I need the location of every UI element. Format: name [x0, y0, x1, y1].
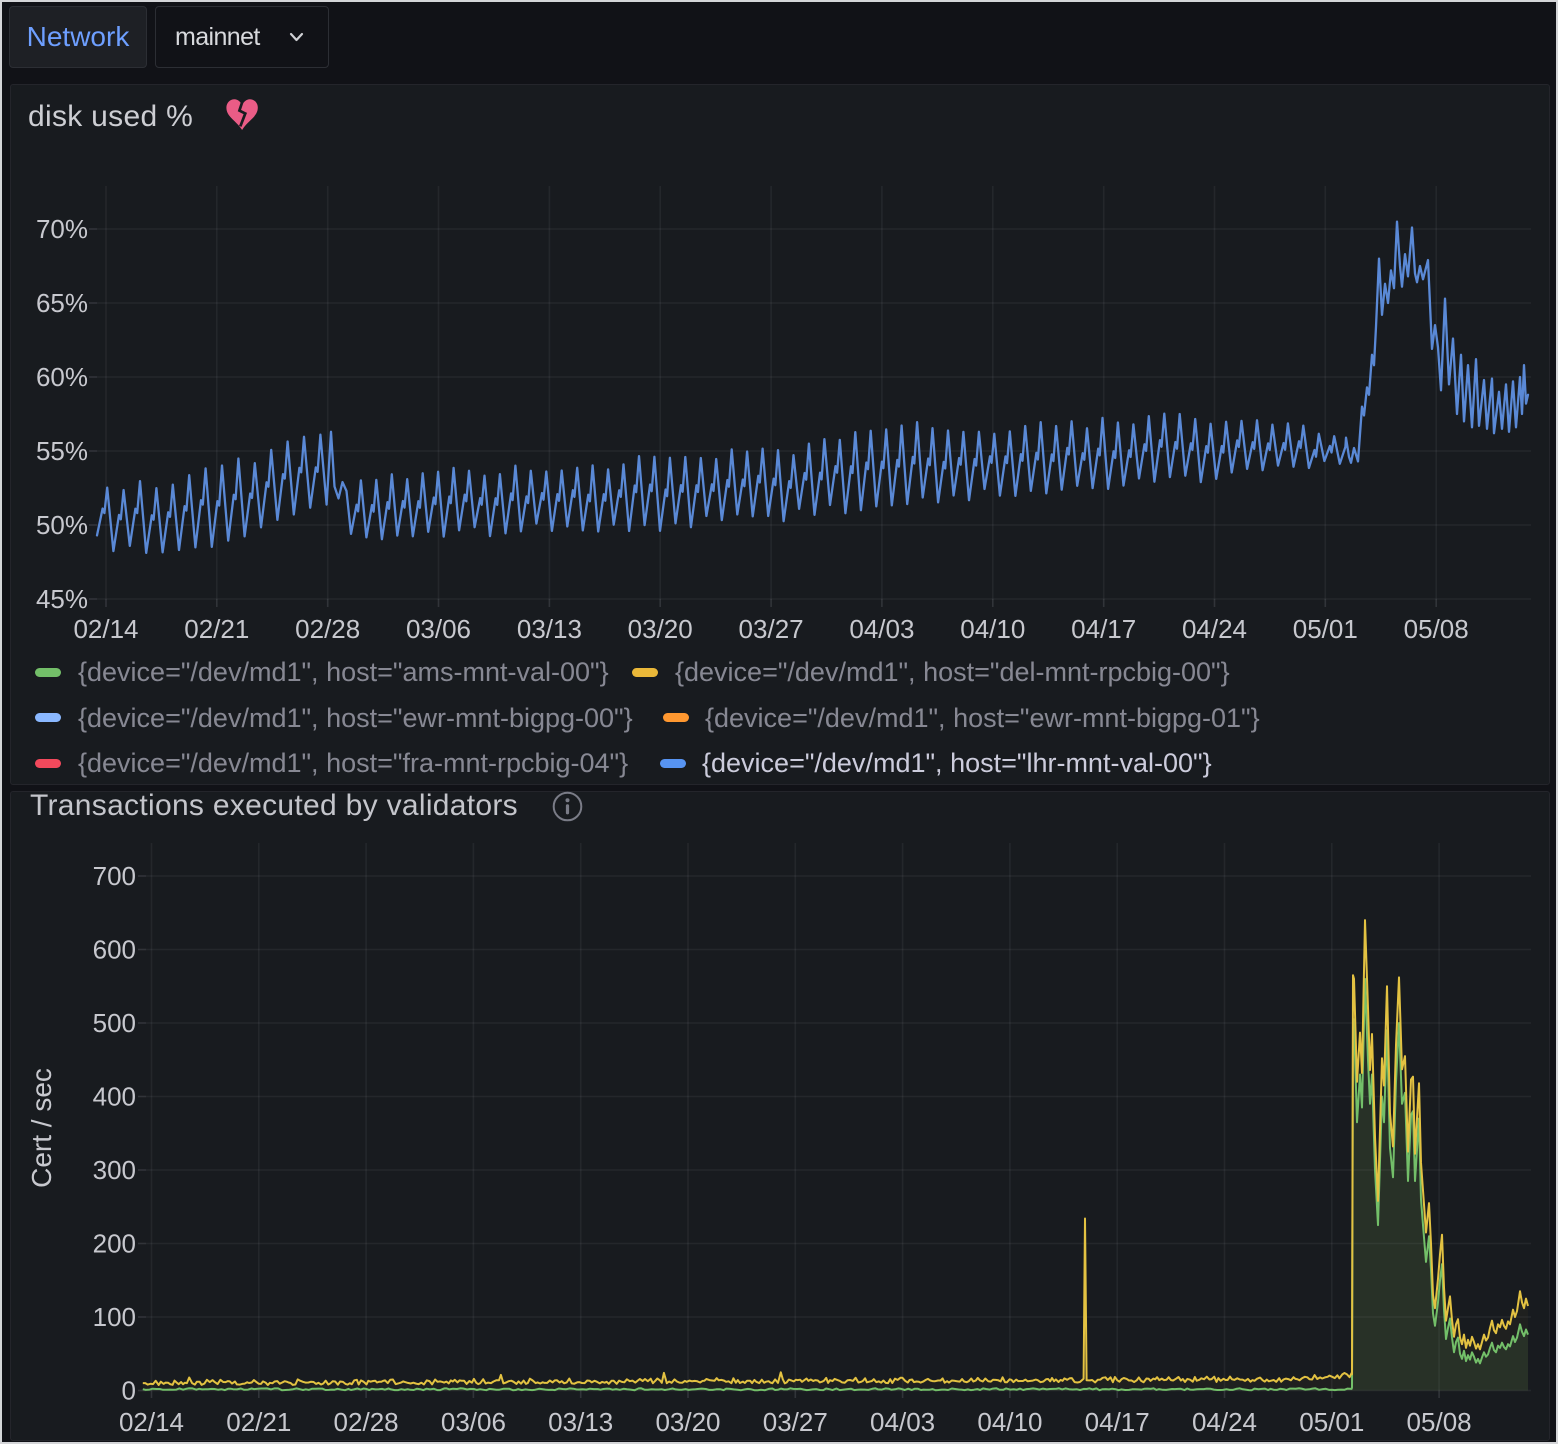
- svg-text:04/24: 04/24: [1192, 1407, 1257, 1437]
- svg-text:05/01: 05/01: [1299, 1407, 1364, 1437]
- svg-text:03/06: 03/06: [441, 1407, 506, 1437]
- svg-text:03/20: 03/20: [628, 614, 693, 644]
- svg-text:03/20: 03/20: [655, 1407, 720, 1437]
- svg-text:0: 0: [122, 1376, 136, 1406]
- svg-text:400: 400: [93, 1082, 136, 1112]
- svg-text:50%: 50%: [36, 510, 88, 540]
- svg-text:02/21: 02/21: [226, 1407, 291, 1437]
- svg-text:Cert / sec: Cert / sec: [26, 1068, 57, 1188]
- svg-text:02/21: 02/21: [184, 614, 249, 644]
- svg-text:600: 600: [93, 935, 136, 965]
- svg-text:65%: 65%: [36, 288, 88, 318]
- svg-text:04/10: 04/10: [977, 1407, 1042, 1437]
- svg-text:04/03: 04/03: [849, 614, 914, 644]
- svg-text:02/14: 02/14: [73, 614, 138, 644]
- svg-text:03/27: 03/27: [739, 614, 804, 644]
- svg-text:02/14: 02/14: [119, 1407, 184, 1437]
- svg-text:55%: 55%: [36, 436, 88, 466]
- svg-text:05/08: 05/08: [1404, 614, 1469, 644]
- svg-text:05/08: 05/08: [1407, 1407, 1472, 1437]
- svg-text:700: 700: [93, 861, 136, 891]
- svg-text:03/13: 03/13: [517, 614, 582, 644]
- svg-text:300: 300: [93, 1155, 136, 1185]
- svg-text:45%: 45%: [36, 584, 88, 614]
- svg-text:04/03: 04/03: [870, 1407, 935, 1437]
- svg-text:02/28: 02/28: [334, 1407, 399, 1437]
- svg-text:03/06: 03/06: [406, 614, 471, 644]
- svg-text:500: 500: [93, 1008, 136, 1038]
- svg-text:03/27: 03/27: [763, 1407, 828, 1437]
- svg-text:03/13: 03/13: [548, 1407, 613, 1437]
- svg-text:04/10: 04/10: [960, 614, 1025, 644]
- svg-text:200: 200: [93, 1229, 136, 1259]
- svg-text:04/17: 04/17: [1071, 614, 1136, 644]
- svg-text:70%: 70%: [36, 214, 88, 244]
- svg-text:05/01: 05/01: [1293, 614, 1358, 644]
- svg-text:04/24: 04/24: [1182, 614, 1247, 644]
- svg-text:100: 100: [93, 1302, 136, 1332]
- svg-text:60%: 60%: [36, 362, 88, 392]
- svg-text:04/17: 04/17: [1085, 1407, 1150, 1437]
- svg-text:02/28: 02/28: [295, 614, 360, 644]
